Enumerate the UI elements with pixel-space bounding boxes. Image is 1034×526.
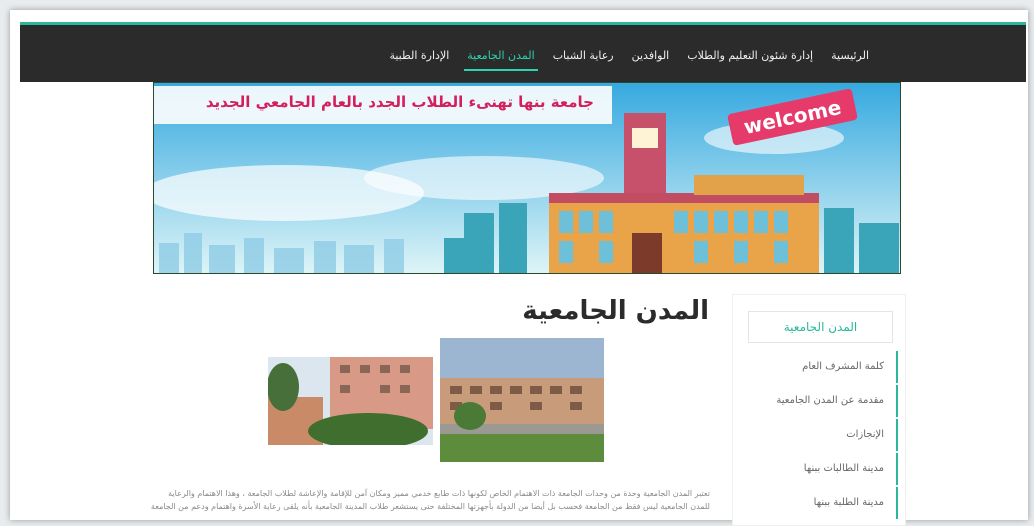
campus-photo-1 [268, 357, 433, 445]
campus-photo-2 [440, 338, 604, 462]
nav-university-cities[interactable]: المدن الجامعية [458, 43, 543, 71]
nav-education-affairs[interactable]: إدارة شئون التعليم والطلاب [678, 43, 822, 68]
sidebar-heading: المدن الجامعية [748, 311, 893, 343]
nav-expatriates[interactable]: الوافدين [623, 43, 679, 68]
sidebar-list: كلمة المشرف العام مقدمة عن المدن الجامعي… [748, 351, 898, 521]
sidebar: المدن الجامعية كلمة المشرف العام مقدمة ع… [732, 294, 906, 526]
nav-home[interactable]: الرئيسية [822, 43, 878, 68]
nav-medical-admin[interactable]: الإدارة الطبية [380, 43, 458, 68]
sidebar-item-achievements[interactable]: الإنجازات [748, 419, 898, 451]
main-nav: الرئيسية إدارة شئون التعليم والطلاب الوا… [380, 43, 878, 71]
sidebar-item-supervisor-word[interactable]: كلمة المشرف العام [748, 351, 898, 383]
welcome-banner: جامعة بنها تهنىء الطلاب الجدد بالعام الج… [153, 82, 901, 274]
nav-youth-care[interactable]: رعاية الشباب [544, 43, 623, 68]
sidebar-item-female-city[interactable]: مدينة الطالبات ببنها [748, 453, 898, 485]
banner-headline-box: جامعة بنها تهنىء الطلاب الجدد بالعام الج… [154, 86, 612, 124]
sidebar-item-male-city[interactable]: مدينة الطلبة ببنها [748, 487, 898, 519]
top-navbar: الرئيسية إدارة شئون التعليم والطلاب الوا… [20, 22, 1026, 82]
page-title: المدن الجامعية [522, 296, 709, 326]
banner-headline: جامعة بنها تهنىء الطلاب الجدد بالعام الج… [205, 93, 594, 111]
sidebar-item-intro[interactable]: مقدمة عن المدن الجامعية [748, 385, 898, 417]
intro-paragraph: تعتبر المدن الجامعية وحدة من وحدات الجام… [150, 489, 710, 511]
